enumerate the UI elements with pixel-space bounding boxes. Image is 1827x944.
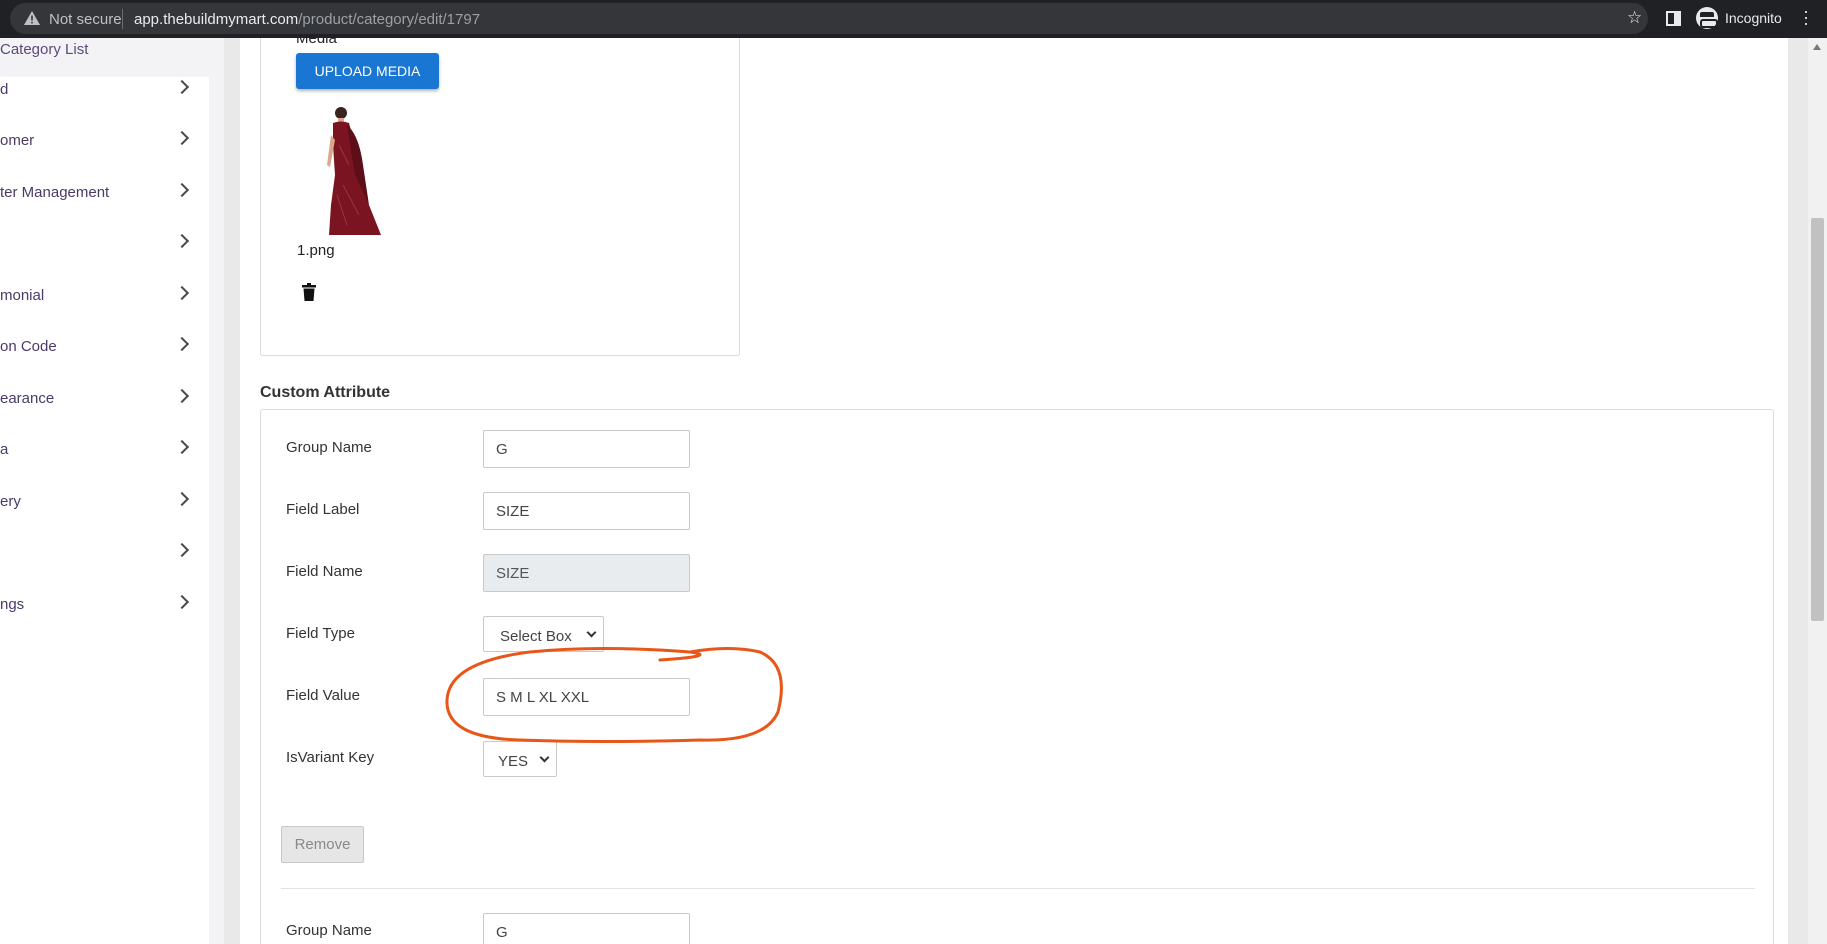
side-panel-icon[interactable] xyxy=(1666,11,1681,26)
remove-button[interactable]: Remove xyxy=(281,826,364,863)
is-variant-key-select[interactable]: YES xyxy=(483,741,557,777)
sidebar-gutter xyxy=(209,38,224,944)
group-name-input[interactable] xyxy=(483,913,690,944)
group-name-input[interactable] xyxy=(483,430,690,468)
url-text[interactable]: app.thebuildmymart.com/product/category/… xyxy=(134,11,480,28)
sidebar-item-category-list[interactable]: Category List xyxy=(0,38,209,77)
chevron-right-icon xyxy=(174,542,190,558)
sidebar-item-label: monial xyxy=(0,287,45,304)
sidebar-item[interactable]: on Code xyxy=(0,330,200,364)
sidebar-item[interactable]: monial xyxy=(0,279,200,313)
field-value-input[interactable] xyxy=(483,678,690,716)
upload-media-button[interactable]: UPLOAD MEDIA xyxy=(296,53,439,89)
sidebar-item-label: Category List xyxy=(0,41,89,58)
chevron-down-icon xyxy=(539,752,550,763)
sidebar-item-label: earance xyxy=(0,390,55,407)
media-heading: Media xyxy=(296,38,337,47)
scroll-up-icon[interactable] xyxy=(1813,44,1821,50)
custom-attribute-card xyxy=(260,409,1774,944)
custom-attribute-title: Custom Attribute xyxy=(260,384,391,401)
divider xyxy=(281,888,1755,889)
field-type-label: Field Type xyxy=(286,625,355,642)
field-name-label: Field Name xyxy=(286,563,363,580)
omnibox-separator xyxy=(122,9,123,29)
chevron-right-icon xyxy=(174,491,190,507)
media-file-name: 1.png xyxy=(297,242,335,259)
is-variant-key-value: YES xyxy=(498,753,529,770)
security-status[interactable]: Not secure xyxy=(49,11,122,28)
product-thumbnail[interactable] xyxy=(319,105,385,237)
chevron-right-icon xyxy=(174,594,190,610)
sidebar-item-label: ter Management xyxy=(0,184,110,201)
is-variant-key-label: IsVariant Key xyxy=(286,749,375,766)
address-bar[interactable]: Not secure app.thebuildmymart.com/produc… xyxy=(10,3,1648,34)
chevron-right-icon xyxy=(174,233,190,249)
sidebar-item-label: ngs xyxy=(0,596,25,613)
chevron-right-icon xyxy=(174,336,190,352)
main-content: Media UPLOAD MEDIA 1.png Custom Attribut… xyxy=(240,38,1788,944)
group-name-label: Group Name xyxy=(286,922,372,939)
field-type-value: Select Box xyxy=(500,628,572,645)
sidebar-item-label: d xyxy=(0,81,9,98)
field-label-label: Field Label xyxy=(286,501,360,518)
sidebar: Category List d omer ter Management moni… xyxy=(0,38,224,944)
incognito-icon[interactable] xyxy=(1696,7,1718,29)
url-host: app.thebuildmymart.com xyxy=(134,11,299,28)
sidebar-item[interactable]: ery xyxy=(0,485,200,519)
sidebar-item[interactable]: omer xyxy=(0,124,200,158)
group-name-label: Group Name xyxy=(286,439,372,456)
sidebar-item[interactable]: ter Management xyxy=(0,176,200,210)
field-value-label: Field Value xyxy=(286,687,360,704)
chevron-right-icon xyxy=(174,130,190,146)
chevron-right-icon xyxy=(174,285,190,301)
sidebar-item-label: omer xyxy=(0,132,35,149)
sidebar-item-label: on Code xyxy=(0,338,57,355)
sidebar-item[interactable]: d xyxy=(0,73,200,107)
sidebar-item-label: ery xyxy=(0,493,21,510)
warning-icon xyxy=(24,11,40,25)
field-type-select[interactable]: Select Box xyxy=(483,616,604,652)
chevron-right-icon xyxy=(174,182,190,198)
field-label-input[interactable] xyxy=(483,492,690,530)
scrollbar-thumb[interactable] xyxy=(1811,218,1824,621)
sidebar-item[interactable]: ngs xyxy=(0,588,200,622)
trash-icon[interactable] xyxy=(302,283,316,301)
sidebar-item-label: a xyxy=(0,441,9,458)
url-path: /product/category/edit/1797 xyxy=(298,11,481,28)
star-icon[interactable]: ☆ xyxy=(1627,8,1642,28)
chevron-right-icon xyxy=(174,439,190,455)
menu-icon[interactable]: · · · xyxy=(1803,2,1809,32)
sidebar-item[interactable]: a xyxy=(0,433,200,467)
profile-label[interactable]: Incognito xyxy=(1725,10,1782,26)
browser-toolbar: Not secure app.thebuildmymart.com/produc… xyxy=(0,0,1827,38)
chevron-right-icon xyxy=(174,388,190,404)
chevron-down-icon xyxy=(586,627,597,638)
chevron-right-icon xyxy=(174,79,190,95)
sidebar-item[interactable]: earance xyxy=(0,382,200,416)
sidebar-item[interactable] xyxy=(0,536,200,570)
field-name-input xyxy=(483,554,690,592)
sidebar-item[interactable] xyxy=(0,227,200,261)
